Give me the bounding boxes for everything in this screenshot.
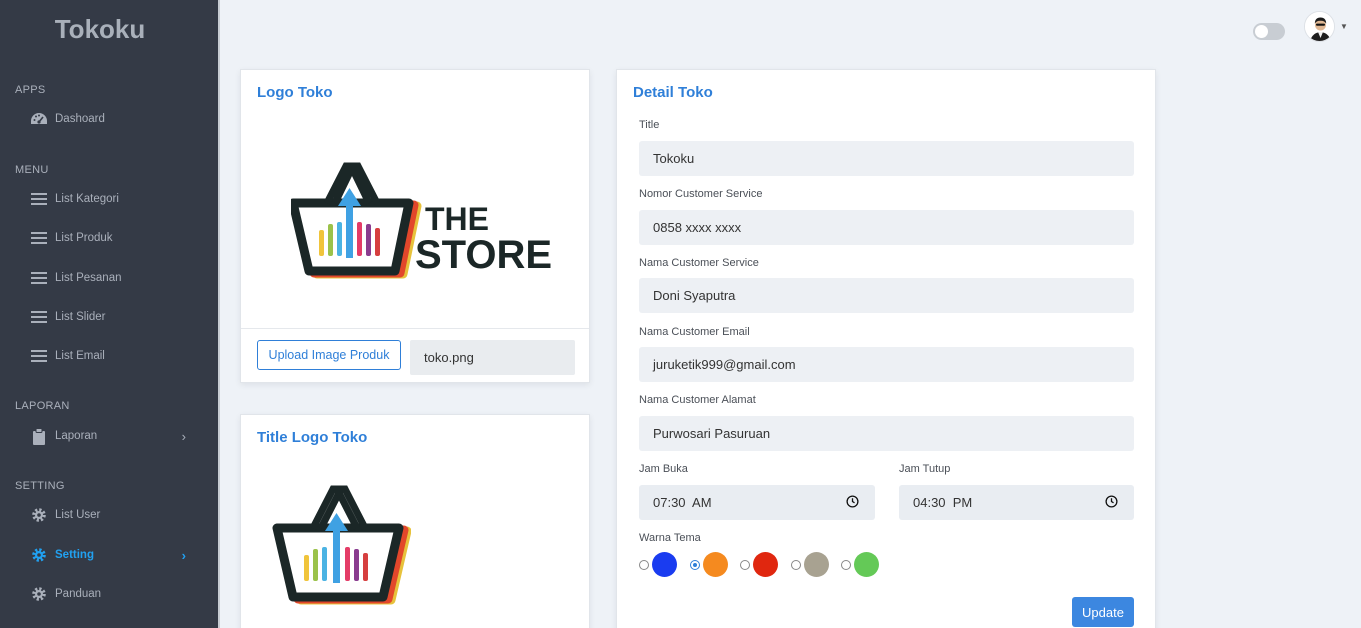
theme-color-swatch[interactable]	[652, 552, 677, 577]
detail-card-title: Detail Toko	[633, 84, 713, 101]
close-time-label: Jam Tutup	[899, 463, 951, 475]
cs-address-label: Nama Customer Alamat	[639, 394, 756, 406]
open-time-label: Jam Buka	[639, 463, 688, 475]
sidebar-item-label: Setting	[55, 549, 94, 561]
card-divider	[241, 328, 589, 329]
chevron-down-icon[interactable]: ▼	[1340, 22, 1348, 31]
file-name-field[interactable]: toko.png	[410, 340, 575, 375]
list-icon	[30, 229, 48, 247]
section-apps: APPS	[15, 84, 46, 96]
theme-color-radio[interactable]	[689, 560, 700, 570]
list-icon	[30, 308, 48, 326]
clock-icon[interactable]	[846, 495, 859, 508]
sidebar-divider	[218, 0, 220, 628]
sidebar-item-panduan[interactable]: Panduan	[30, 582, 200, 606]
section-menu: MENU	[15, 164, 49, 176]
logo-card-title: Logo Toko	[257, 84, 333, 101]
theme-color-radio[interactable]	[790, 560, 801, 570]
theme-toggle[interactable]	[1253, 23, 1285, 40]
close-time-input[interactable]: 04:30 PM	[899, 485, 1134, 520]
gear-icon	[30, 506, 48, 524]
sidebar-item-label: List Pesanan	[55, 272, 122, 284]
section-setting: SETTING	[15, 480, 65, 492]
theme-color-radio[interactable]	[639, 560, 649, 570]
close-time-value: 04:30 PM	[913, 495, 973, 510]
theme-color-swatch[interactable]	[803, 552, 829, 577]
list-icon	[30, 190, 48, 208]
theme-color-swatch[interactable]	[753, 552, 778, 577]
theme-color-swatch[interactable]	[702, 552, 728, 577]
sidebar-item-label: Laporan	[55, 430, 98, 442]
logo-text-store: STORE	[415, 233, 552, 277]
logo-card: Logo Toko THE STORE Upload Image Produk …	[240, 69, 590, 383]
clock-icon[interactable]	[1105, 495, 1118, 508]
sidebar-item-laporan[interactable]: Laporan ›	[30, 424, 200, 448]
sidebar-item-label: Panduan	[55, 588, 102, 600]
sidebar: Tokoku APPS Dashoard MENU List Kategori …	[0, 0, 218, 628]
open-time-input[interactable]: 07:30 AM	[639, 485, 875, 520]
sidebar-item-list-user[interactable]: List User	[30, 503, 200, 527]
sidebar-item-label: List Produk	[55, 232, 113, 244]
title-logo-card-title: Title Logo Toko	[257, 429, 368, 446]
section-laporan: LAPORAN	[15, 400, 70, 412]
cs-name-label: Nama Customer Service	[639, 257, 759, 269]
title-label: Title	[639, 119, 660, 131]
theme-color-radio[interactable]	[740, 560, 750, 570]
cs-name-input[interactable]: Doni Syaputra	[639, 278, 1134, 313]
sidebar-item-label: List Slider	[55, 311, 106, 323]
sidebar-item-list-pesanan[interactable]: List Pesanan	[30, 266, 200, 290]
sidebar-item-list-produk[interactable]: List Produk	[30, 226, 200, 250]
update-button[interactable]: Update	[1072, 597, 1134, 627]
brand-logo[interactable]: Tokoku	[0, 14, 200, 45]
chevron-right-icon: ›	[181, 547, 186, 563]
sidebar-item-list-email[interactable]: List Email	[30, 344, 200, 368]
title-logo-image	[271, 483, 412, 612]
sidebar-item-label: List Kategori	[55, 193, 119, 205]
gear-icon	[30, 546, 48, 564]
open-time-value: 07:30 AM	[653, 495, 712, 510]
theme-color-swatch[interactable]	[854, 552, 879, 577]
theme-color-radio[interactable]	[841, 560, 851, 570]
dashboard-icon	[30, 110, 48, 128]
cs-number-label: Nomor Customer Service	[639, 188, 763, 200]
detail-card: Detail Toko Title Tokoku Nomor Customer …	[616, 69, 1156, 628]
chevron-right-icon: ›	[181, 428, 186, 444]
upload-image-button[interactable]: Upload Image Produk	[257, 340, 401, 370]
sidebar-item-label: List User	[55, 509, 101, 521]
gear-icon	[30, 585, 48, 603]
list-icon	[30, 269, 48, 287]
sidebar-item-label: List Email	[55, 350, 105, 362]
sidebar-item-dashboard[interactable]: Dashoard	[30, 107, 200, 131]
sidebar-item-list-slider[interactable]: List Slider	[30, 305, 200, 329]
cs-address-input[interactable]: Purwosari Pasuruan	[639, 416, 1134, 451]
sidebar-item-setting[interactable]: Setting ›	[30, 543, 200, 567]
cs-email-input[interactable]: juruketik999@gmail.com	[639, 347, 1134, 382]
cs-number-input[interactable]: 0858 xxxx xxxx	[639, 210, 1134, 245]
title-logo-card: Title Logo Toko	[240, 414, 590, 628]
logo-text-the: THE	[425, 201, 489, 237]
list-icon	[30, 347, 48, 365]
sidebar-item-list-kategori[interactable]: List Kategori	[30, 187, 200, 211]
theme-color-label: Warna Tema	[639, 532, 701, 544]
clipboard-icon	[30, 427, 48, 445]
sidebar-item-label: Dashoard	[55, 113, 105, 125]
title-input[interactable]: Tokoku	[639, 141, 1134, 176]
cs-email-label: Nama Customer Email	[639, 326, 750, 338]
store-logo-image: THE STORE	[288, 158, 571, 288]
avatar[interactable]	[1304, 11, 1335, 42]
